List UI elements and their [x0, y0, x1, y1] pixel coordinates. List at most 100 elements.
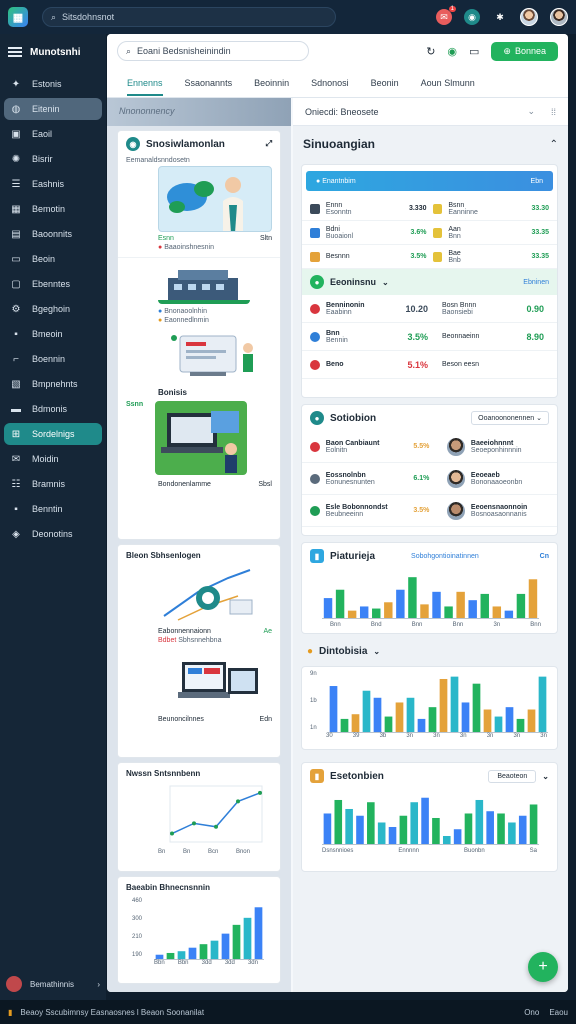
sidebar-item[interactable]: ▤ Baoonnits [4, 223, 102, 245]
left-item-4-sub2: Sbsl [258, 481, 272, 488]
chart-bar [232, 924, 241, 960]
user-avatar[interactable] [520, 8, 538, 26]
table-row[interactable]: Eossnolnbn Eonunesnunten 6.1% Eeoeaeb Bonona… [302, 463, 557, 495]
sidebar-item[interactable]: ✉ Moidin [4, 448, 102, 470]
left-bar-chart-card: Baeabin Bhnecnsnnin 460 300 210 190 Bbn … [117, 876, 281, 984]
sidebar-item[interactable]: ⊞ Sordelnigs [4, 423, 102, 445]
sidebar-item[interactable]: ◍ Eitenin [4, 98, 102, 120]
primary-action-label: Bonnea [514, 45, 546, 56]
second-avatar[interactable] [550, 8, 568, 26]
y-tick: 210 [132, 934, 143, 940]
person-info: Baeeiohnnnt Seoeponhinnnin [471, 440, 549, 454]
row-value: 6.1% [413, 475, 430, 482]
row-icon [310, 251, 320, 262]
notification-icon[interactable]: ✉ 1 [436, 6, 456, 25]
sidebar-item[interactable]: ▦ Bemotin [4, 198, 102, 220]
row-sub-2: Bnn [448, 232, 461, 240]
person-avatar[interactable] [447, 437, 465, 456]
chart-icon: ✦ [11, 78, 21, 90]
table-row[interactable]: Ennn Esonntn 3.330 Bsnn Eanninne 33.30 [302, 197, 557, 221]
chevron-down-icon[interactable]: ⌄ [382, 278, 389, 287]
sidebar-list: ✦ Estonis ◍ Eitenin ▣ Eaoil ✺ Bisrir ☰ Eashnis ▦ Be… [0, 73, 106, 545]
window-icon[interactable]: ▭ [469, 45, 479, 58]
chevron-down-icon[interactable]: ⌄ [527, 106, 535, 117]
sidebar-item[interactable]: ⚙ Bgeghoin [4, 298, 102, 320]
help-icon[interactable]: ◉ [464, 9, 480, 25]
row-sub: Beubneeinn [325, 510, 364, 518]
sidebar-item[interactable]: ▣ Eaoil [4, 123, 102, 145]
table2-icon: ● [310, 275, 324, 289]
chart-bar [410, 802, 419, 845]
table-row[interactable]: Bnn Bennin 3.5% Beonnaeinn 8.90 [302, 323, 557, 351]
refresh-icon[interactable]: ↻ [426, 45, 435, 58]
left-item-1-meta: Esnn Sltn [118, 232, 280, 242]
table-row[interactable]: Esle Bobonnondst Beubneeinn 3.5% Eeoensnaon… [302, 495, 557, 527]
row-name-2: Aan [448, 225, 461, 233]
sidebar-footer[interactable]: Bemathinnis › [6, 976, 100, 992]
sidebar-item[interactable]: ✦ Estonis [4, 73, 102, 95]
status-right-2[interactable]: Eaou [549, 1008, 568, 1017]
x-tick: 39 [352, 733, 360, 739]
chart-bar [475, 799, 484, 845]
sidebar-item[interactable]: ☰ Eashnis [4, 173, 102, 195]
sidebar-item-label: Moidin [32, 454, 59, 464]
data-point [192, 821, 196, 826]
table3-dropdown[interactable]: Ooanoononennen ⌄ [471, 411, 549, 425]
sidebar-item-label: Boennin [32, 354, 66, 364]
chart3-dropdown[interactable]: Beaoteon [488, 769, 537, 783]
left-item-1-value: Esnn [158, 235, 174, 242]
collapse-icon[interactable]: ⌃ [550, 139, 558, 150]
primary-action-button[interactable]: ⊕ Bonnea [491, 41, 558, 61]
row-name: Ennn [325, 201, 343, 209]
table-row[interactable]: Baon Canbiaunt Eolnitn 5.5% Baeeiohnnnt Seoe… [302, 431, 557, 463]
sidebar-item[interactable]: ▬ Bdmonis [4, 398, 102, 420]
sidebar-item[interactable]: ▧ Bmpnehnts [4, 373, 102, 395]
sidebar-item[interactable]: ▪ Benntin [4, 498, 102, 520]
sidebar-item[interactable]: ⌐ Boennin [4, 348, 102, 370]
table-row[interactable]: Benninonin Eaabinn 10.20 Bosn Bnnn Baonsiebi… [302, 295, 557, 323]
sidebar-item[interactable]: ☷ Bramnis [4, 473, 102, 495]
pin-icon[interactable]: ✱ [492, 9, 508, 25]
key-icon: ⌐ [13, 353, 19, 365]
row-value-2: 33.35 [531, 229, 549, 236]
status-right-1[interactable]: Ono [524, 1008, 539, 1017]
tab[interactable]: Beonin [371, 78, 399, 88]
status-dot-icon[interactable]: ◉ [447, 45, 457, 58]
chart-bar [356, 815, 364, 845]
person-avatar[interactable] [447, 501, 465, 520]
tab[interactable]: Ennenns [127, 78, 163, 96]
sidebar-item[interactable]: ▭ Beoin [4, 248, 102, 270]
main-search-input[interactable]: ⌕ Eoani Bedsnisheinindin [117, 41, 309, 61]
tab[interactable]: Sdnonosi [311, 78, 349, 88]
row-label: Bnn Bennin [326, 330, 382, 344]
data-point [214, 824, 218, 829]
expand-icon[interactable]: ⤢ [266, 139, 272, 149]
tab[interactable]: Ssaonannts [185, 78, 233, 88]
x-tick: Bbn [177, 960, 189, 966]
sidebar-item[interactable]: ◈ Deonotins [4, 523, 102, 545]
chart3-svg [322, 797, 539, 845]
sidebar-item[interactable]: ▢ Ebenntes [4, 273, 102, 295]
add-fab-button[interactable]: + [528, 952, 558, 982]
menu-icon[interactable] [8, 47, 22, 57]
sidebar-item-label: Eaoil [32, 129, 53, 139]
person-avatar[interactable] [447, 469, 465, 488]
x-tick: Buonbn [463, 848, 485, 854]
chevron-down-icon[interactable]: ⌄ [373, 647, 380, 656]
sidebar-item[interactable]: ✺ Bisrir [4, 148, 102, 170]
app-logo-icon[interactable]: ▦ [8, 7, 28, 27]
chart1-title: Piaturieja [330, 550, 376, 562]
row-value-2: 8.90 [526, 331, 544, 342]
table2-header-right[interactable]: Ebninen [523, 279, 549, 286]
table-row[interactable]: Bdni Buoaionl 3.6% Aan Bnn 33.35 [302, 221, 557, 245]
tab[interactable]: Beoinnin [254, 78, 289, 88]
sidebar-item[interactable]: ▪ Bmeoin [4, 323, 102, 345]
x-tick: 3dd [224, 960, 235, 966]
tab[interactable]: Aoun Slmunn [421, 78, 475, 88]
chevron-down-icon[interactable]: ⌄ [542, 772, 549, 781]
global-search-input[interactable]: ⌕ Sitsdohnsnot [42, 7, 336, 27]
grid-icon[interactable]: ⁞⁞ [551, 107, 556, 117]
table-row[interactable]: Beno 5.1% Beson eesn [302, 351, 557, 379]
table-row[interactable]: Besnnn 3.5% Bae Bnb 33.35 [302, 245, 557, 269]
sidebar-item-label: Bmeoin [32, 329, 63, 339]
